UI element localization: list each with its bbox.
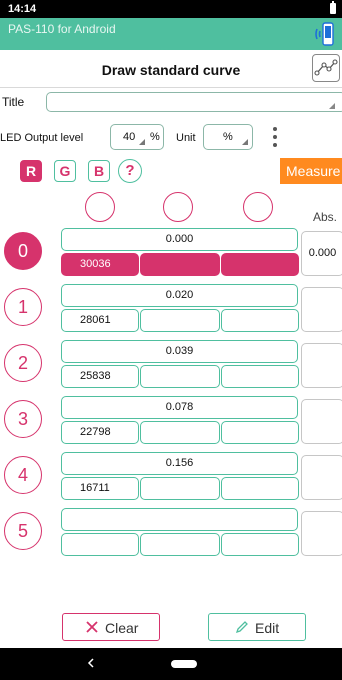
table-row: 4 0.156 16711: [0, 452, 342, 506]
more-vert-icon[interactable]: [270, 126, 280, 148]
standard-curve-icon: [314, 59, 338, 76]
dropdown-corner-icon: [242, 139, 248, 145]
abs-cell: [301, 511, 342, 556]
app-header: PAS-110 for Android: [0, 18, 342, 50]
value-cell-r[interactable]: 16711: [61, 477, 139, 500]
bluetooth-device-icon[interactable]: [314, 20, 336, 48]
led-output-unit: %: [150, 131, 160, 143]
concentration-field[interactable]: 0.156: [61, 452, 298, 475]
value-cell-b[interactable]: [221, 309, 299, 332]
value-cell-b[interactable]: [221, 477, 299, 500]
concentration-field[interactable]: 0.020: [61, 284, 298, 307]
unit-value: %: [223, 131, 233, 143]
status-time: 14:14: [8, 3, 37, 15]
title-input[interactable]: [46, 92, 342, 112]
value-cell-g[interactable]: [140, 365, 220, 388]
value-cell-b[interactable]: [221, 253, 299, 276]
dropdown-corner-icon: [329, 103, 335, 109]
unit-label: Unit: [176, 132, 196, 144]
clear-label: Clear: [105, 620, 139, 636]
table-row: 2 0.039 25838: [0, 340, 342, 394]
value-cell-r[interactable]: [61, 533, 139, 556]
channel-b-button[interactable]: B: [88, 160, 110, 182]
value-cell-b[interactable]: [221, 533, 299, 556]
value-cell-g[interactable]: [140, 477, 220, 500]
concentration-field[interactable]: 0.039: [61, 340, 298, 363]
led-output-value: 40: [123, 131, 136, 143]
abs-cell: [301, 287, 342, 332]
led-row: LED Output level 40 % Unit %: [0, 122, 342, 152]
help-button[interactable]: ?: [118, 159, 142, 183]
row-index-button[interactable]: 2: [4, 344, 42, 382]
row-index-button[interactable]: 4: [4, 456, 42, 494]
abs-cell: [301, 399, 342, 444]
row-index-button[interactable]: 0: [4, 232, 42, 270]
value-cell-g[interactable]: [140, 533, 220, 556]
concentration-field[interactable]: 0.000: [61, 228, 298, 251]
table-row: 1 0.020 28061: [0, 284, 342, 338]
table-row: 0 0.000 30036 0.000: [0, 228, 342, 282]
edit-label: Edit: [255, 620, 280, 636]
value-cell-b[interactable]: [221, 365, 299, 388]
title-row: Title: [0, 90, 342, 114]
concentration-field[interactable]: 0.078: [61, 396, 298, 419]
column-header-g[interactable]: [163, 192, 193, 222]
home-icon[interactable]: [171, 660, 197, 668]
table-row: 5: [0, 508, 342, 562]
measure-button[interactable]: Measure: [280, 158, 342, 184]
channel-r-button[interactable]: R: [20, 160, 42, 182]
battery-icon: [330, 1, 336, 14]
toolbar: Draw standard curve: [0, 50, 342, 88]
column-header-r[interactable]: [85, 192, 115, 222]
abs-cell: [301, 343, 342, 388]
navigation-bar: [0, 648, 342, 680]
value-cell-r[interactable]: 28061: [61, 309, 139, 332]
close-icon: [86, 621, 98, 633]
value-cell-g[interactable]: [140, 421, 220, 444]
pencil-icon: [235, 621, 248, 634]
back-icon[interactable]: [86, 656, 96, 670]
abs-cell: [301, 455, 342, 500]
standard-curve-button[interactable]: [312, 54, 340, 82]
column-header-b[interactable]: [243, 192, 273, 222]
value-cell-r[interactable]: 30036: [61, 253, 139, 276]
status-bar: 14:14: [0, 0, 342, 18]
row-index-button[interactable]: 3: [4, 400, 42, 438]
dropdown-corner-icon: [139, 139, 145, 145]
value-cell-g[interactable]: [140, 253, 220, 276]
value-cell-r[interactable]: 22798: [61, 421, 139, 444]
value-cell-r[interactable]: 25838: [61, 365, 139, 388]
led-output-label: LED Output level: [0, 132, 84, 144]
edit-button[interactable]: Edit: [208, 613, 306, 641]
app-title: PAS-110 for Android: [8, 22, 116, 36]
concentration-field[interactable]: [61, 508, 298, 531]
table-row: 3 0.078 22798: [0, 396, 342, 450]
value-cell-b[interactable]: [221, 421, 299, 444]
abs-header: Abs.: [313, 210, 338, 224]
channel-row: R G B ? Measure: [0, 158, 342, 184]
clear-button[interactable]: Clear: [62, 613, 160, 641]
value-cell-g[interactable]: [140, 309, 220, 332]
title-label: Title: [2, 95, 25, 109]
unit-select[interactable]: %: [203, 124, 253, 150]
row-index-button[interactable]: 5: [4, 512, 42, 550]
page-title: Draw standard curve: [101, 62, 241, 78]
led-output-input[interactable]: 40 %: [110, 124, 164, 150]
channel-g-button[interactable]: G: [54, 160, 76, 182]
row-index-button[interactable]: 1: [4, 288, 42, 326]
abs-cell: 0.000: [301, 231, 342, 276]
